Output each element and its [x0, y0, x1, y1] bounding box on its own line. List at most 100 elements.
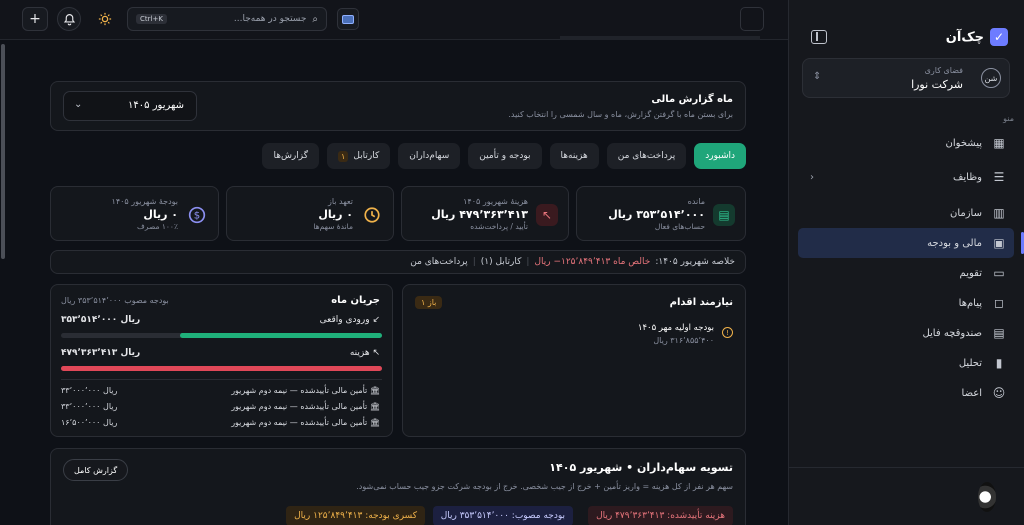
expense-label-text: هزینه [349, 348, 370, 358]
inbox-count-badge: ۱ [338, 150, 349, 162]
scrollbar[interactable] [1, 44, 5, 259]
sidebar-item-messages[interactable]: ◻ پیام‌ها [788, 288, 1024, 318]
tab-label: کارتابل [353, 151, 380, 161]
tab-inbox[interactable]: کارتابل ۱ [327, 143, 391, 169]
month-select[interactable]: شهریور ۱۴۰۵ ⌄ [63, 91, 197, 121]
month-summary-bar: خلاصه شهریور ۱۴۰۵: خالص ماه ۱۲۵٬۸۴۹٬۴۱۳−… [50, 250, 746, 274]
tab-my-payments[interactable]: پرداخت‌های من [606, 143, 687, 169]
report-month-title: ماه گزارش مالی [651, 94, 733, 105]
summary-payments-link[interactable]: پرداخت‌های من [410, 257, 467, 267]
tab-label: پرداخت‌های من [617, 151, 676, 161]
full-report-button[interactable]: گزارش کامل [63, 459, 129, 481]
sun-icon[interactable] [92, 7, 118, 31]
sidebar-item-label: مالی و بودجه [927, 237, 982, 249]
transaction-value: ۳۳٬۰۰۰٬۰۰۰ ریال [61, 386, 118, 395]
action-title: نیازمند اقدام [669, 297, 733, 308]
income-label: ↙ ورودی واقعی [320, 315, 380, 325]
transaction-value: ۱۶٬۵۰۰٬۰۰۰ ریال [61, 418, 118, 427]
transaction-label: 🏛 تأمین مالی تأییدشده — نیمه دوم شهریور [231, 386, 380, 395]
image-icon[interactable] [337, 8, 359, 30]
kpi-sub: ماندهٔ سهم‌ها [313, 222, 353, 231]
dashboard-icon: ▦ [993, 136, 1005, 150]
transaction-row[interactable]: 🏛 تأمین مالی تأییدشده — نیمه دوم شهریور … [61, 402, 380, 414]
svg-text:$: $ [194, 210, 200, 221]
clock-icon [361, 204, 383, 226]
transaction-row[interactable]: 🏛 تأمین مالی تأییدشده — نیمه دوم شهریور … [61, 418, 380, 430]
sidebar-collapse-icon[interactable] [811, 30, 827, 44]
kpi-sub: ۱۰۰٪ مصرف [137, 222, 178, 231]
tab-label: هزینه‌ها [560, 151, 588, 161]
tab-expenses[interactable]: هزینه‌ها [549, 143, 599, 169]
sidebar-item-analytics[interactable]: ▮ تحلیل [788, 348, 1024, 378]
sidebar-item-label: اعضا [961, 387, 982, 399]
dollar-icon: $ [186, 204, 208, 226]
month-select-value: شهریور ۱۴۰۵ [128, 100, 184, 111]
sidebar-nav: ▦ پیشخوان ☰ وظایف ‹ ▥ سازمان ▣ مالی و بودجه ▭… [788, 128, 1024, 408]
summary-prefix: خلاصه شهریور ۱۴۰۵: [655, 257, 735, 267]
sidebar-item-organization[interactable]: ▥ سازمان [788, 198, 1024, 228]
sidebar-item-members[interactable]: ☺ اعضا [788, 378, 1024, 408]
divider [61, 379, 382, 380]
kpi-open-commitment: تعهد باز ۰ ریال ماندهٔ سهم‌ها [226, 186, 394, 241]
action-required-card: نیازمند اقدام ۱ باز ! بودجه اولیه مهر ۱۴… [402, 284, 746, 437]
settlement-title: تسویه سهام‌داران • شهریور ۱۴۰۵ [549, 461, 733, 474]
sidebar: ✓ چک‌آن شن فضای کاری شرکت نورا ⇕ منو ▦ پی… [788, 0, 1024, 525]
workspace-switcher[interactable]: شن فضای کاری شرکت نورا ⇕ [802, 58, 1010, 98]
menu-caption: منو [1003, 114, 1014, 123]
tab-dashboard[interactable]: داشبورد [694, 143, 746, 169]
sidebar-item-dashboard[interactable]: ▦ پیشخوان [788, 128, 1024, 158]
sidebar-item-files[interactable]: ▤ صندوقچه فایل [788, 318, 1024, 348]
transaction-label: 🏛 تأمین مالی تأییدشده — نیمه دوم شهریور [231, 418, 380, 427]
chevron-updown-icon: ⇕ [813, 71, 822, 82]
sidebar-item-label: پیشخوان [945, 137, 982, 149]
add-icon[interactable]: + [22, 7, 48, 31]
expense-bar [61, 366, 382, 371]
summary-inbox-link[interactable]: کارتابل (۱) [481, 257, 522, 267]
sidebar-item-label: پیام‌ها [958, 297, 982, 309]
kpi-title: مانده [687, 197, 705, 206]
brand: ✓ چک‌آن [946, 28, 1008, 46]
bell-icon[interactable] [57, 7, 81, 31]
sidebar-item-tasks[interactable]: ☰ وظایف ‹ [788, 162, 1024, 192]
sidebar-item-label: تحلیل [958, 357, 982, 369]
building-icon: ▥ [993, 206, 1005, 220]
open-count-badge: ۱ باز [415, 296, 443, 309]
chevron-left-icon: ‹ [810, 171, 814, 183]
income-row: ↙ ورودی واقعی ۳۵۳٬۵۱۴٬۰۰۰ ریال [61, 315, 380, 327]
sidebar-footer [788, 467, 1024, 525]
sidebar-item-finance[interactable]: ▣ مالی و بودجه [798, 228, 1024, 258]
approved-expense-chip: هزینه تأییدشده: ۴۷۹٬۳۶۳٬۴۱۳ ریال [588, 506, 733, 525]
tab-shareholders[interactable]: سهام‌داران [398, 143, 461, 169]
kpi-balance: ▤ مانده ۳۵۳٬۵۱۴٬۰۰۰ ریال حساب‌های فعال [576, 186, 746, 241]
topbar-strip [560, 36, 760, 40]
transaction-value: ۳۳٬۰۰۰٬۰۰۰ ریال [61, 402, 118, 411]
tab-budget[interactable]: بودجه و تأمین [468, 143, 542, 169]
report-month-subtitle: برای بستن ماه با گرفتن گزارش، ماه و سال … [508, 110, 733, 119]
action-item[interactable]: ! بودجه اولیه مهر ۱۴۰۵ ۳۱۶٬۸۵۵٬۴۰۰ ریال [638, 323, 733, 345]
kpi-value: ۰ ریال [318, 208, 353, 221]
bank-icon: 🏛 [369, 418, 380, 427]
tab-reports[interactable]: گزارش‌ها [262, 143, 320, 169]
flow-title: جریان ماه [331, 295, 380, 306]
alert-icon: ! [722, 327, 733, 338]
bank-icon: 🏛 [369, 402, 380, 411]
tab-label: سهام‌داران [409, 151, 450, 161]
avatar[interactable] [978, 482, 996, 512]
month-flow-card: جریان ماه بودجه مصوب ۳۵۳٬۵۱۴٬۰۰۰ ریال ↙ … [50, 284, 393, 437]
kpi-value: ۳۵۳٬۵۱۴٬۰۰۰ ریال [608, 208, 705, 221]
calendar-icon: ▭ [993, 266, 1005, 280]
tab-label: داشبورد [705, 151, 735, 161]
topbar-action-button[interactable] [740, 7, 764, 31]
kpi-sub: تأیید / پرداخت‌شده [470, 222, 528, 231]
sidebar-item-calendar[interactable]: ▭ تقویم [788, 258, 1024, 288]
search-placeholder: جستجو در همه‌جا... [233, 14, 307, 24]
transaction-row[interactable]: 🏛 تأمین مالی تأییدشده — نیمه دوم شهریور … [61, 386, 380, 398]
kpi-title: بودجهٔ شهریور ۱۴۰۵ [111, 197, 178, 206]
search-input[interactable]: ⌕ جستجو در همه‌جا... Ctrl+K [127, 7, 327, 31]
expense-row: ↖ هزینه ۴۷۹٬۳۶۳٬۴۱۳ ریال [61, 348, 380, 360]
tab-label: بودجه و تأمین [479, 151, 531, 161]
kpi-value: ۰ ریال [143, 208, 178, 221]
sidebar-item-label: سازمان [949, 207, 982, 219]
workspace-avatar: شن [981, 68, 1001, 88]
shortcut-badge: Ctrl+K [136, 14, 167, 24]
